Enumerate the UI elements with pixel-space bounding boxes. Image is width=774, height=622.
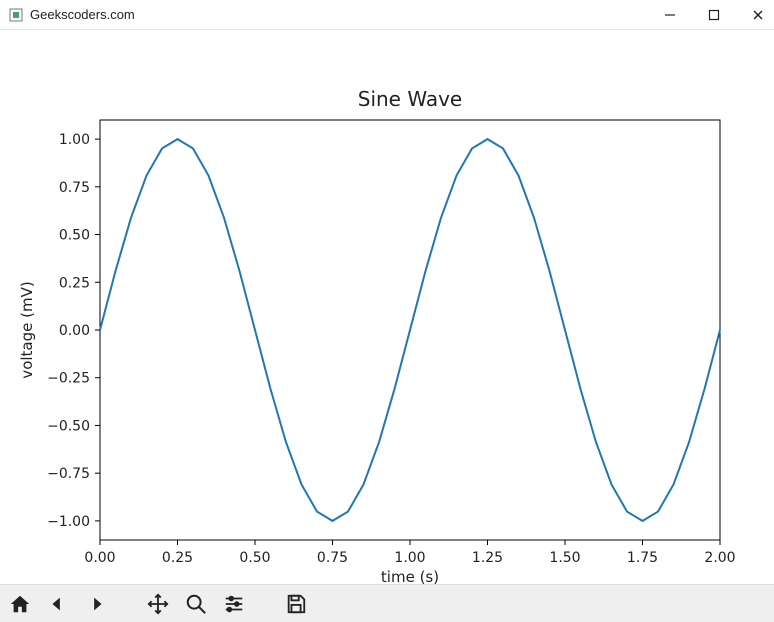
configure-subplots-icon[interactable]	[222, 592, 246, 616]
y-tick-label: −0.25	[47, 371, 90, 387]
y-tick-label: −1.00	[47, 514, 90, 530]
x-tick-label: 1.50	[549, 550, 580, 566]
minimize-button[interactable]	[662, 7, 678, 23]
plot-area[interactable]: Sine Wave 0.00 0.25 0.50 0.75 1.00 1.25 1.50 1.7…	[0, 30, 774, 584]
chart-canvas[interactable]: Sine Wave 0.00 0.25 0.50 0.75 1.00 1.25 1.50 1.7…	[0, 30, 774, 584]
maximize-button[interactable]	[706, 7, 722, 23]
window-title: Geekscoders.com	[30, 7, 135, 22]
y-tick-label: 0.25	[59, 275, 90, 291]
x-axis-label: time (s)	[381, 568, 439, 584]
y-tick-label: 1.00	[59, 132, 90, 148]
home-icon[interactable]	[8, 592, 32, 616]
x-tick-label: 0.00	[84, 550, 115, 566]
back-icon[interactable]	[46, 592, 70, 616]
series-line	[100, 139, 720, 521]
x-tick-label: 1.00	[394, 550, 425, 566]
x-tick-label: 1.25	[472, 550, 503, 566]
window-titlebar: Geekscoders.com	[0, 0, 774, 30]
x-tick-label: 0.25	[162, 550, 193, 566]
y-tick-label: 0.50	[59, 228, 90, 244]
y-tick-label: 0.00	[59, 323, 90, 339]
x-tick-label: 0.50	[239, 550, 270, 566]
pan-icon[interactable]	[146, 592, 170, 616]
y-axis-label: voltage (mV)	[18, 281, 36, 378]
chart-title: Sine Wave	[358, 87, 462, 111]
forward-icon[interactable]	[84, 592, 108, 616]
y-tick-label: 0.75	[59, 180, 90, 196]
window-controls	[662, 7, 766, 23]
close-button[interactable]	[750, 7, 766, 23]
zoom-icon[interactable]	[184, 592, 208, 616]
x-tick-label: 0.75	[317, 550, 348, 566]
x-tick-label: 1.75	[627, 550, 658, 566]
y-tick-label: −0.75	[47, 466, 90, 482]
y-tick-label: −0.50	[47, 418, 90, 434]
app-icon	[8, 7, 24, 23]
save-icon[interactable]	[284, 592, 308, 616]
x-tick-label: 2.00	[704, 550, 735, 566]
nav-toolbar	[0, 584, 774, 622]
